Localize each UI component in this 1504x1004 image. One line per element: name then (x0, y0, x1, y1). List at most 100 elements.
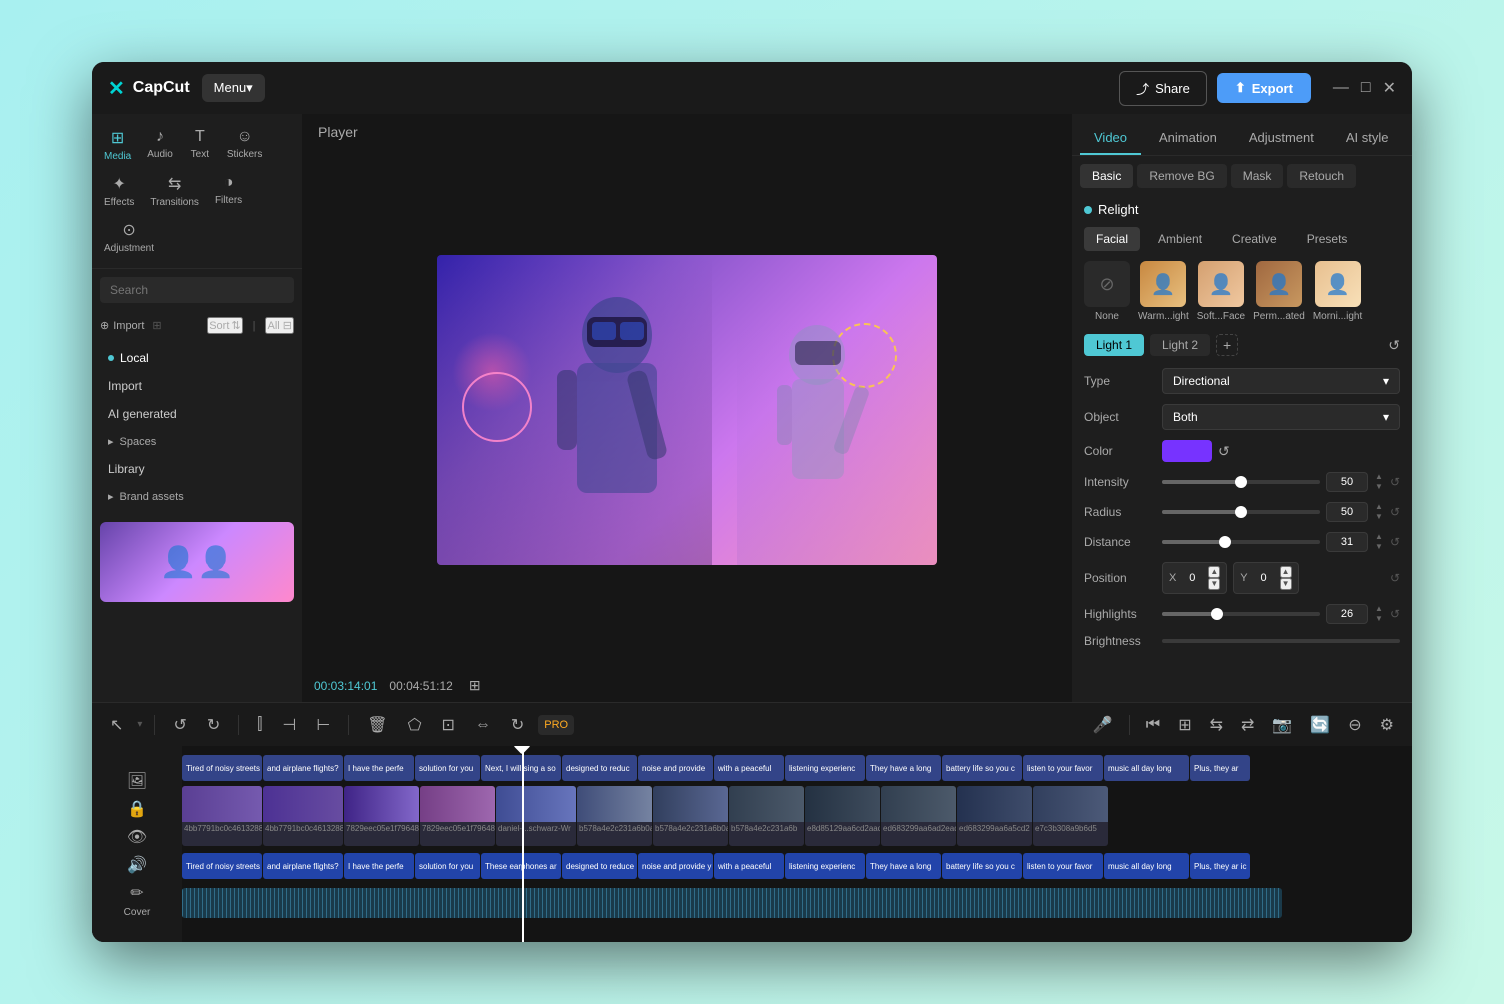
search-input[interactable] (100, 277, 294, 303)
tool-filters[interactable]: ◑ Filters (207, 168, 250, 214)
text-clip-8[interactable]: with a peaceful (714, 755, 784, 781)
sub-clip-11[interactable]: battery life so you c (942, 853, 1022, 879)
preset-perm[interactable]: 👤 Perm...ated (1253, 261, 1305, 322)
sub-clip-13[interactable]: music all day long (1104, 853, 1189, 879)
pos-y-up[interactable]: ▲ (1280, 566, 1292, 578)
pro-button[interactable]: PRO (538, 715, 574, 735)
sub-clip-3[interactable]: I have the perfe (344, 853, 414, 879)
subtab-remove-bg[interactable]: Remove BG (1137, 164, 1226, 188)
tool-adjustment[interactable]: ⊙ Adjustment (96, 214, 162, 260)
nav-ai-generated[interactable]: AI generated (92, 400, 302, 428)
subtab-retouch[interactable]: Retouch (1287, 164, 1356, 188)
sub-clip-4[interactable]: solution for you (415, 853, 480, 879)
tab-ai-style[interactable]: AI style (1332, 122, 1403, 155)
text-clip-13[interactable]: music all day long (1104, 755, 1189, 781)
distance-value[interactable]: 31 (1326, 532, 1368, 552)
distance-down[interactable]: ▼ (1374, 542, 1384, 552)
highlights-down[interactable]: ▼ (1374, 614, 1384, 624)
playhead[interactable] (522, 746, 524, 942)
sub-clip-2[interactable]: and airplane flights? (263, 853, 343, 879)
visibility-button[interactable]: 👁 (127, 827, 147, 847)
cover-button[interactable]: ✏ Cover (124, 883, 151, 918)
tool-text[interactable]: T Text (181, 122, 219, 168)
main-clip-10[interactable]: ed683299aa6ad2ead8b3 (881, 786, 956, 846)
minus-zoom-btn[interactable]: ⊖ (1342, 711, 1367, 739)
transition-btn[interactable]: ⇆ (1204, 711, 1229, 739)
subtab-basic[interactable]: Basic (1080, 164, 1133, 188)
nav-library[interactable]: Library (92, 455, 302, 483)
nav-local[interactable]: Local (92, 344, 302, 372)
intensity-down[interactable]: ▼ (1374, 482, 1384, 492)
main-clip-5[interactable]: daniel-...schwarz-Wr (496, 786, 576, 846)
tool-media[interactable]: ⊞ Media (96, 122, 139, 168)
main-clip-4[interactable]: 7829eec05e1f79648 (420, 786, 495, 846)
nav-import[interactable]: Import (92, 372, 302, 400)
main-clip-2[interactable]: 4bb7791bc0c4613288 (263, 786, 343, 846)
grid-icon[interactable]: ⊞ (469, 677, 481, 694)
text-clip-12[interactable]: listen to your favor (1023, 755, 1103, 781)
main-clip-3[interactable]: 7829eec05e1f79648 (344, 786, 419, 846)
light-tab-1[interactable]: Light 1 (1084, 334, 1144, 356)
camera-btn[interactable]: 📷 (1266, 711, 1298, 739)
text-clip-7[interactable]: noise and provide (638, 755, 713, 781)
delete-button[interactable]: 🗑 (361, 711, 393, 739)
highlights-value[interactable]: 26 (1326, 604, 1368, 624)
split-button[interactable]: ⫿ (251, 712, 268, 738)
text-clip-1[interactable]: Tired of noisy streets (182, 755, 262, 781)
tab-animation[interactable]: Animation (1145, 122, 1231, 155)
subtab-mask[interactable]: Mask (1231, 164, 1284, 188)
sub-clip-10[interactable]: They have a long (866, 853, 941, 879)
intensity-slider[interactable] (1162, 480, 1320, 484)
lock-button[interactable]: 🔒 (127, 799, 147, 819)
radius-up[interactable]: ▲ (1374, 502, 1384, 512)
main-clip-11[interactable]: ed683299aa6a5cd2 (957, 786, 1032, 846)
mode-presets[interactable]: Presets (1295, 227, 1360, 251)
split-left-button[interactable]: ⊣ (276, 711, 302, 739)
sort-button[interactable]: Sort ⇅ (207, 317, 242, 334)
menu-button[interactable]: Menu▾ (202, 74, 265, 102)
prev-frame[interactable]: ⏮ (1140, 712, 1166, 738)
intensity-value[interactable]: 50 (1326, 472, 1368, 492)
audio-track[interactable] (182, 888, 1282, 918)
tool-effects[interactable]: ✦ Effects (96, 168, 142, 214)
tool-audio[interactable]: ♪ Audio (139, 122, 181, 168)
main-clip-8[interactable]: b578a4e2c231a6b (729, 786, 804, 846)
add-clip-button[interactable]: ⊞ (1172, 711, 1197, 739)
distance-slider[interactable] (1162, 540, 1320, 544)
media-thumb-1[interactable]: 👤👤 (100, 522, 294, 602)
player-canvas[interactable] (302, 150, 1072, 669)
radius-down[interactable]: ▼ (1374, 512, 1384, 522)
text-clip-2[interactable]: and airplane flights? (263, 755, 343, 781)
distance-reset[interactable]: ↺ (1390, 535, 1400, 549)
add-light-button[interactable]: + (1216, 334, 1238, 356)
sub-clip-1[interactable]: Tired of noisy streets (182, 853, 262, 879)
volume-button[interactable]: 🔊 (127, 855, 147, 875)
pos-x-down[interactable]: ▼ (1208, 578, 1220, 590)
mode-facial[interactable]: Facial (1084, 227, 1140, 251)
shape-button[interactable]: ⬠ (402, 711, 428, 739)
share-button[interactable]: ⤴ Share (1119, 71, 1207, 106)
intensity-reset[interactable]: ↺ (1390, 475, 1400, 489)
light-tab-2[interactable]: Light 2 (1150, 334, 1210, 356)
settings-gear[interactable]: ⚙ (1374, 711, 1400, 739)
text-clip-4[interactable]: solution for you (415, 755, 480, 781)
sub-clip-7[interactable]: noise and provide y (638, 853, 713, 879)
brightness-slider[interactable] (1162, 639, 1400, 643)
pos-y-down[interactable]: ▼ (1280, 578, 1292, 590)
main-clip-6[interactable]: b578a4e2c231a6b0a8c (577, 786, 652, 846)
highlights-reset[interactable]: ↺ (1390, 607, 1400, 621)
crop-button[interactable]: ⊡ (435, 711, 460, 739)
text-clip-9[interactable]: listening experienc (785, 755, 865, 781)
radius-slider[interactable] (1162, 510, 1320, 514)
import-button[interactable]: ⊕ Import (100, 319, 144, 332)
undo-button[interactable]: ↺ (167, 711, 192, 739)
cover-thumb-button[interactable]: 🖼 (127, 771, 147, 791)
sub-clip-6[interactable]: designed to reduce (562, 853, 637, 879)
mode-ambient[interactable]: Ambient (1146, 227, 1214, 251)
preset-morn[interactable]: 👤 Morni...ight (1313, 261, 1362, 322)
export-button[interactable]: ⬆ Export (1217, 73, 1311, 103)
sub-clip-12[interactable]: listen to your favor (1023, 853, 1103, 879)
distance-up[interactable]: ▲ (1374, 532, 1384, 542)
move-btn[interactable]: ⇄ (1235, 711, 1260, 739)
light-reset-button[interactable]: ↺ (1388, 337, 1400, 354)
